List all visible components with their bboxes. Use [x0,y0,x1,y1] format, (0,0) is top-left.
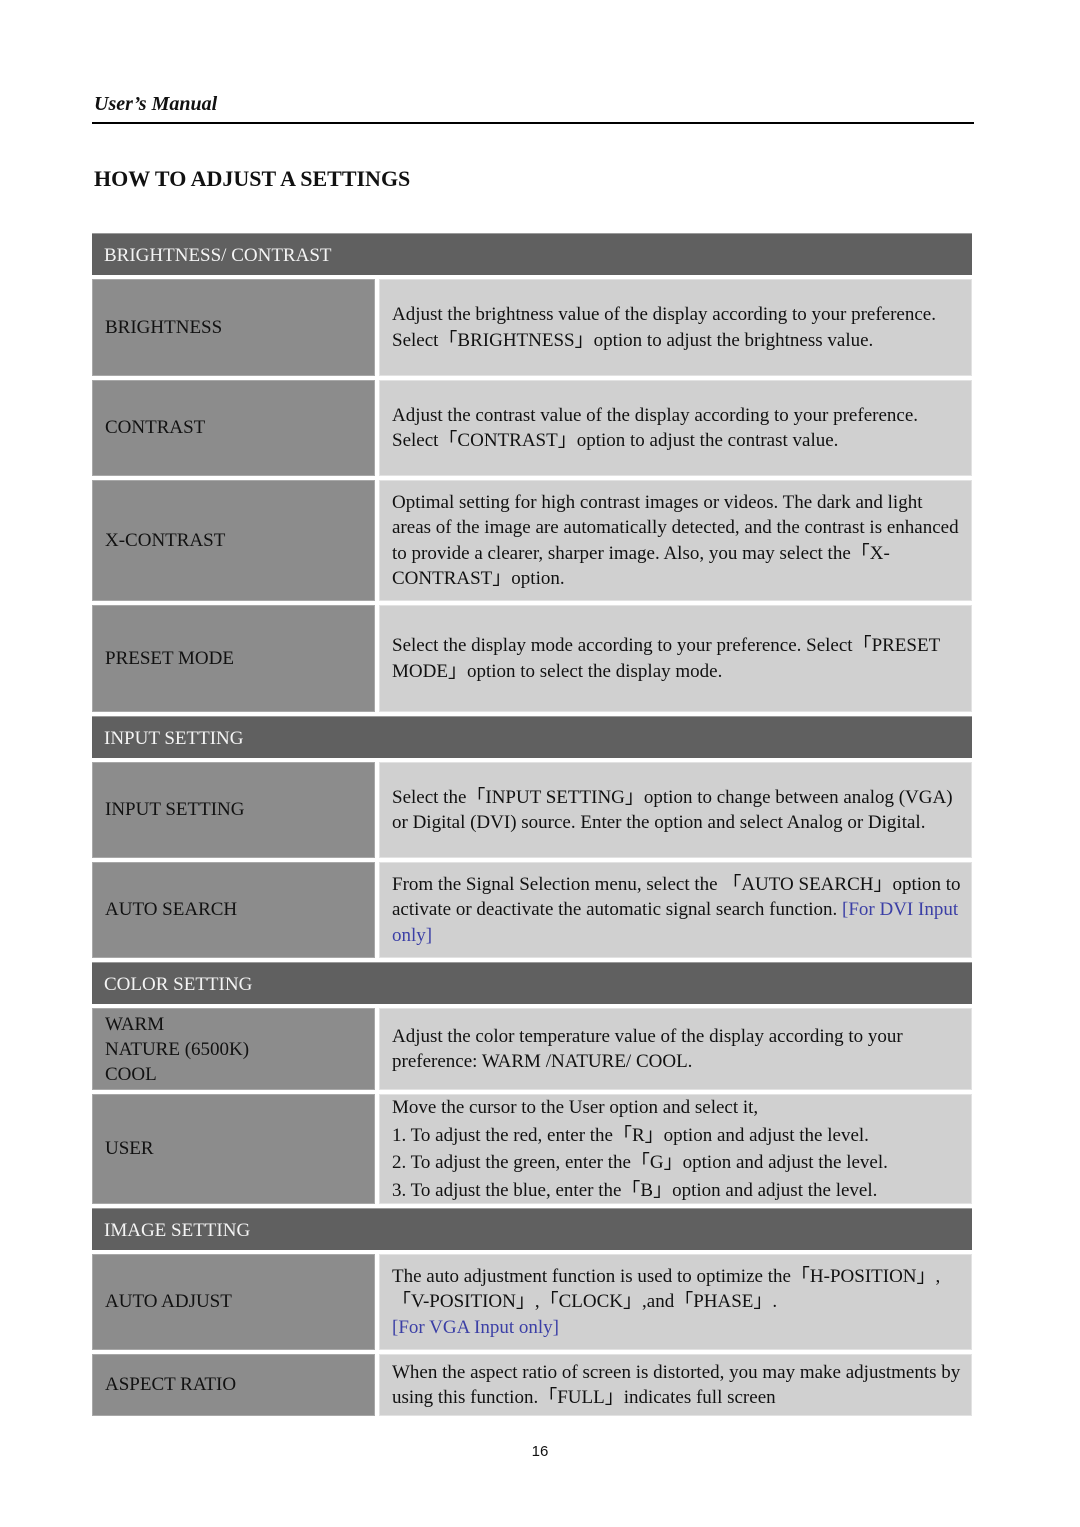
setting-description: Optimal setting for high contrast images… [379,480,972,601]
description-text: From the Signal Selection menu, select t… [392,872,963,949]
page-title: HOW TO ADJUST A SETTINGS [94,166,411,191]
setting-label: BRIGHTNESS [92,279,375,376]
description-line: 1. To adjust the red, enter the「R」option… [392,1124,869,1146]
section-heading-color-setting: COLOR SETTING [92,962,972,1004]
header-rule [92,122,974,124]
setting-description: Adjust the brightness value of the displ… [379,279,972,376]
description-text: Select the「INPUT SETTING」option to chang… [392,786,953,834]
table-row: CONTRAST Adjust the contrast value of th… [92,380,972,476]
setting-label: INPUT SETTING [92,762,375,858]
description-text: When the aspect ratio of screen is disto… [392,1361,961,1409]
description-text: The auto adjustment function is used to … [392,1265,941,1313]
setting-label: USER [92,1094,375,1204]
setting-description: The auto adjustment function is used to … [379,1254,972,1350]
settings-table: BRIGHTNESS/ CONTRAST BRIGHTNESS Adjust t… [92,233,972,1420]
table-row: BRIGHTNESS Adjust the brightness value o… [92,279,972,376]
running-head: User’s Manual [94,93,218,115]
table-row: X-CONTRAST Optimal setting for high cont… [92,480,972,601]
label-cool: COOL [105,1063,157,1085]
vga-only-note: [For VGA Input only] [392,1316,559,1338]
setting-label: AUTO SEARCH [92,862,375,958]
page-number: 16 [531,1443,549,1460]
label-nature: NATURE (6500K) [105,1038,250,1060]
section-heading-brightness-contrast: BRIGHTNESS/ CONTRAST [92,233,972,275]
setting-description: Adjust the color temperature value of th… [379,1008,972,1090]
setting-description: Select the display mode according to you… [379,605,972,712]
setting-label: ASPECT RATIO [92,1354,375,1416]
table-row: WARM NATURE (6500K) COOL Adjust the colo… [92,1008,972,1090]
setting-description: When the aspect ratio of screen is disto… [379,1354,972,1416]
section-heading-input-setting: INPUT SETTING [92,716,972,758]
label-lines: WARM NATURE (6500K) COOL [105,1012,249,1087]
setting-description: Adjust the contrast value of the display… [379,380,972,476]
setting-label: PRESET MODE [92,605,375,712]
description-text: Optimal setting for high contrast images… [392,491,959,590]
setting-label: AUTO ADJUST [92,1254,375,1350]
table-row: USER Move the cursor to the User option … [92,1094,972,1204]
setting-label: WARM NATURE (6500K) COOL [92,1008,375,1090]
table-row: AUTO ADJUST The auto adjustment function… [92,1254,972,1350]
description-text: Adjust the brightness value of the displ… [392,304,936,351]
description-line: 2. To adjust the green, enter the「G」opti… [392,1152,888,1173]
setting-label: CONTRAST [92,380,375,476]
description-text: Select the display mode according to you… [392,635,940,682]
label-warm: WARM [105,1013,165,1035]
setting-description: Select the「INPUT SETTING」option to chang… [379,762,972,858]
description-line: Move the cursor to the User option and s… [392,1097,759,1118]
setting-description: From the Signal Selection menu, select t… [379,862,972,958]
table-row: AUTO SEARCH From the Signal Selection me… [92,862,972,958]
section-heading-image-setting: IMAGE SETTING [92,1208,972,1250]
setting-description: Move the cursor to the User option and s… [379,1094,972,1204]
table-row: PRESET MODE Select the display mode acco… [92,605,972,712]
description-text: Adjust the color temperature value of th… [392,1025,903,1073]
table-row: ASPECT RATIO When the aspect ratio of sc… [92,1354,972,1416]
table-row: INPUT SETTING Select the「INPUT SETTING」o… [92,762,972,858]
description-line: 3. To adjust the blue, enter the「B」optio… [392,1179,878,1201]
setting-label: X-CONTRAST [92,480,375,601]
description-text: Adjust the contrast value of the display… [392,404,919,452]
